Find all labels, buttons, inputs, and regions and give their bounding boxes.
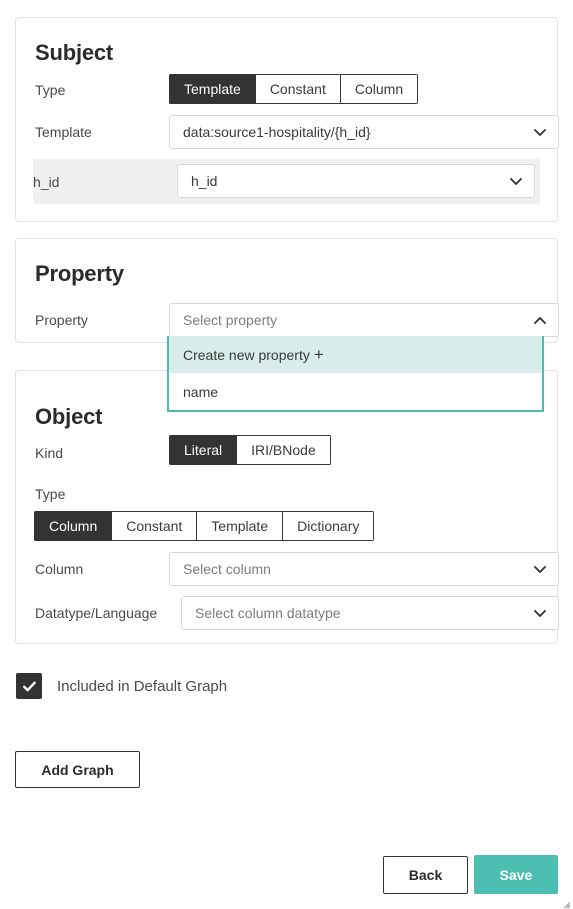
subject-template-value: data:source1-hospitality/{h_id} — [183, 124, 371, 140]
subject-type-segmented[interactable]: Template Constant Column — [169, 74, 419, 104]
subject-variable-label: h_id — [33, 174, 60, 190]
chevron-up-icon — [532, 312, 548, 328]
object-datatype-value: Select column datatype — [195, 605, 341, 621]
subject-type-option-column[interactable]: Column — [340, 74, 419, 104]
chevron-down-icon — [532, 605, 548, 621]
plus-icon: + — [313, 345, 324, 364]
property-card: Property Property Select property — [15, 238, 559, 343]
default-graph-label: Included in Default Graph — [57, 677, 228, 695]
add-graph-button[interactable]: Add Graph — [15, 751, 140, 788]
chevron-down-icon — [508, 173, 524, 189]
object-kind-option-iri-bnode[interactable]: IRI/BNode — [237, 435, 331, 465]
object-datatype-select[interactable]: Select column datatype — [181, 596, 559, 630]
object-type-option-column[interactable]: Column — [34, 511, 113, 541]
property-option-create-new-label: Create new property — [183, 346, 310, 363]
back-button[interactable]: Back — [383, 856, 468, 894]
property-select[interactable]: Select property — [169, 303, 559, 337]
object-type-label: Type — [35, 486, 66, 502]
property-option-create-new[interactable]: Create new property + — [169, 336, 542, 373]
object-type-option-constant[interactable]: Constant — [112, 511, 198, 541]
object-kind-option-literal[interactable]: Literal — [169, 435, 238, 465]
property-field-label: Property — [35, 312, 88, 328]
mapping-editor-panel: Subject Type Template Constant Column Te… — [0, 0, 573, 909]
property-option-name-label: name — [183, 383, 219, 400]
chevron-down-icon — [532, 124, 548, 140]
subject-variable-value: h_id — [191, 173, 218, 189]
subject-template-label: Template — [35, 124, 92, 140]
object-kind-label: Kind — [35, 445, 64, 461]
object-column-label: Column — [35, 561, 84, 577]
chevron-down-icon — [532, 561, 548, 577]
object-column-value: Select column — [183, 561, 271, 577]
subject-type-label: Type — [35, 82, 66, 98]
subject-template-select[interactable]: data:source1-hospitality/{h_id} — [169, 115, 559, 149]
subject-variable-select[interactable]: h_id — [177, 164, 535, 198]
property-select-value: Select property — [183, 312, 278, 328]
object-section-title: Object — [35, 404, 103, 429]
object-type-segmented[interactable]: Column Constant Template Dictionary — [34, 511, 375, 541]
property-dropdown-list[interactable]: Create new property + name — [167, 336, 544, 412]
property-section-title: Property — [35, 261, 124, 286]
subject-type-option-template[interactable]: Template — [169, 74, 256, 104]
subject-type-option-constant[interactable]: Constant — [255, 74, 341, 104]
object-column-select[interactable]: Select column — [169, 552, 559, 586]
default-graph-checkbox[interactable] — [16, 673, 42, 699]
object-kind-segmented[interactable]: Literal IRI/BNode — [169, 435, 331, 465]
save-button[interactable]: Save — [474, 855, 558, 894]
default-graph-row: Included in Default Graph — [16, 673, 227, 699]
property-option-name[interactable]: name — [169, 373, 542, 410]
subject-variable-row: h_id h_id — [33, 159, 540, 204]
object-type-option-dictionary[interactable]: Dictionary — [283, 511, 375, 541]
object-datatype-label: Datatype/Language — [35, 605, 158, 621]
resize-grip-icon[interactable]: ◢ — [563, 900, 571, 909]
subject-section-title: Subject — [35, 40, 114, 65]
object-type-option-template[interactable]: Template — [197, 511, 284, 541]
